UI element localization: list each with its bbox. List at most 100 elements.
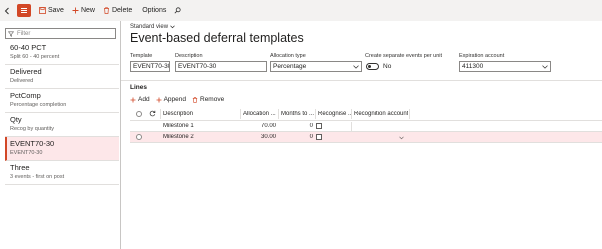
column-separator: [240, 109, 241, 119]
column-header-allocation[interactable]: Allocation ...: [243, 111, 277, 117]
delete-label: Delete: [111, 7, 133, 14]
lines-grid: Description Allocation ... Months to ...…: [130, 108, 602, 143]
description-label: Description: [175, 53, 203, 59]
column-header-months[interactable]: Months to ...: [281, 111, 314, 117]
add-line-button[interactable]: Add: [130, 96, 150, 103]
hamburger-icon: [21, 8, 27, 13]
chevron-down-icon: [170, 25, 175, 29]
plus-icon: [130, 97, 136, 102]
separate-events-label: Create separate events per unit: [365, 53, 443, 59]
row-allocation[interactable]: 70.00: [243, 123, 276, 129]
select-all-radio[interactable]: [136, 111, 142, 117]
row-allocation[interactable]: 30.00: [243, 134, 276, 140]
delete-button[interactable]: Delete: [99, 0, 136, 21]
row-months[interactable]: 0: [281, 134, 313, 140]
separate-events-value: No: [383, 63, 392, 70]
save-button[interactable]: Save: [35, 0, 68, 21]
row-description[interactable]: Milestone 2: [163, 134, 194, 140]
row-recognise-checkbox[interactable]: [316, 134, 322, 140]
list-item[interactable]: PctComp Percentage completion: [5, 89, 119, 113]
list-item[interactable]: Delivered Delivered: [5, 65, 119, 89]
list-item-title: Delivered: [10, 67, 42, 76]
append-line-label: Append: [163, 96, 186, 103]
template-list: 60-40 PCT Split 60 - 40 percent Delivere…: [5, 41, 119, 185]
column-header-recognise[interactable]: Recognise ...: [318, 111, 351, 117]
lines-action-bar: Add Append Remove: [130, 96, 230, 103]
column-header-recognition-account[interactable]: Recognition account: [354, 111, 408, 117]
table-row[interactable]: Milestone 1 70.00 0: [130, 121, 602, 132]
template-label: Template: [130, 53, 153, 59]
column-separator: [409, 109, 410, 119]
list-item[interactable]: Three 3 events - first on post: [5, 161, 119, 185]
expiration-account-label: Expiration account: [459, 53, 505, 59]
list-item-subtitle: Recog by quantity: [10, 126, 55, 132]
add-line-label: Add: [138, 96, 150, 103]
list-item-title: 60-40 PCT: [10, 43, 47, 52]
plus-icon: [72, 7, 79, 14]
trash-icon: [103, 7, 109, 14]
template-field[interactable]: EVENT70-30: [130, 61, 170, 72]
list-item-title: Qty: [10, 115, 22, 124]
row-select-radio[interactable]: [136, 134, 142, 140]
filter-icon: [8, 31, 14, 37]
action-pane: Save New Delete Options: [0, 0, 602, 21]
save-icon: [39, 7, 46, 14]
list-item-title: PctComp: [10, 91, 41, 100]
list-item-subtitle: Split 60 - 40 percent: [10, 54, 60, 60]
row-recognise-checkbox[interactable]: [316, 123, 322, 129]
list-item[interactable]: 60-40 PCT Split 60 - 40 percent: [5, 41, 119, 65]
page-title: Event-based deferral templates: [130, 31, 304, 45]
search-button[interactable]: [170, 7, 185, 14]
new-label: New: [80, 7, 95, 14]
chevron-down-icon: [542, 65, 548, 69]
chevron-down-icon: [353, 65, 359, 69]
search-icon: [174, 7, 181, 14]
list-item-title: EVENT70-30: [10, 139, 55, 148]
new-button[interactable]: New: [68, 0, 99, 21]
filter-placeholder: Filter: [17, 30, 31, 37]
table-row-selected[interactable]: Milestone 2 30.00 0: [130, 132, 602, 143]
row-recognition-account[interactable]: [354, 123, 408, 131]
refresh-column[interactable]: [149, 110, 156, 117]
allocation-type-select[interactable]: Percentage: [270, 61, 362, 72]
allocation-type-value: Percentage: [273, 63, 307, 70]
list-item[interactable]: Qty Recog by quantity: [5, 113, 119, 137]
separate-events-toggle[interactable]: [366, 63, 379, 70]
column-separator: [278, 109, 279, 119]
details-pane: Standard view Event-based deferral templ…: [121, 21, 602, 249]
column-header-description[interactable]: Description: [163, 111, 193, 117]
column-separator: [351, 122, 352, 132]
remove-line-button[interactable]: Remove: [192, 96, 224, 103]
lines-section-title: Lines: [130, 84, 147, 91]
expiration-account-select[interactable]: 411300: [459, 61, 551, 72]
column-separator: [351, 109, 352, 119]
description-field[interactable]: EVENT70-30: [175, 61, 267, 72]
list-item-selected[interactable]: EVENT70-30 EVENT70-30: [5, 137, 119, 161]
column-separator: [315, 109, 316, 119]
append-line-button[interactable]: Append: [156, 96, 186, 103]
chevron-down-icon: [399, 136, 404, 140]
back-button[interactable]: [0, 0, 14, 21]
list-item-title: Three: [10, 163, 30, 172]
options-menu[interactable]: Options: [138, 7, 170, 14]
list-item-subtitle: Delivered: [10, 78, 34, 84]
row-recognition-account[interactable]: [354, 134, 408, 142]
allocation-type-label: Allocation type: [270, 53, 306, 59]
row-months[interactable]: 0: [281, 123, 313, 129]
view-label: Standard view: [130, 24, 169, 30]
remove-line-label: Remove: [200, 96, 225, 103]
list-item-subtitle: 3 events - first on post: [10, 174, 65, 180]
column-separator: [160, 109, 161, 119]
grid-header-row: Description Allocation ... Months to ...…: [130, 108, 602, 121]
row-description[interactable]: Milestone 1: [163, 123, 194, 129]
template-list-pane: Filter 60-40 PCT Split 60 - 40 percent D…: [0, 21, 121, 249]
list-item-subtitle: Percentage completion: [10, 102, 67, 108]
view-selector[interactable]: Standard view: [130, 24, 175, 30]
list-item-subtitle: EVENT70-30: [10, 150, 43, 156]
save-label: Save: [48, 7, 64, 14]
navigation-menu-button[interactable]: [17, 4, 31, 17]
refresh-icon: [149, 110, 156, 117]
filter-input[interactable]: Filter: [5, 28, 116, 39]
expiration-account-value: 411300: [462, 63, 484, 70]
section-divider: [121, 80, 602, 81]
